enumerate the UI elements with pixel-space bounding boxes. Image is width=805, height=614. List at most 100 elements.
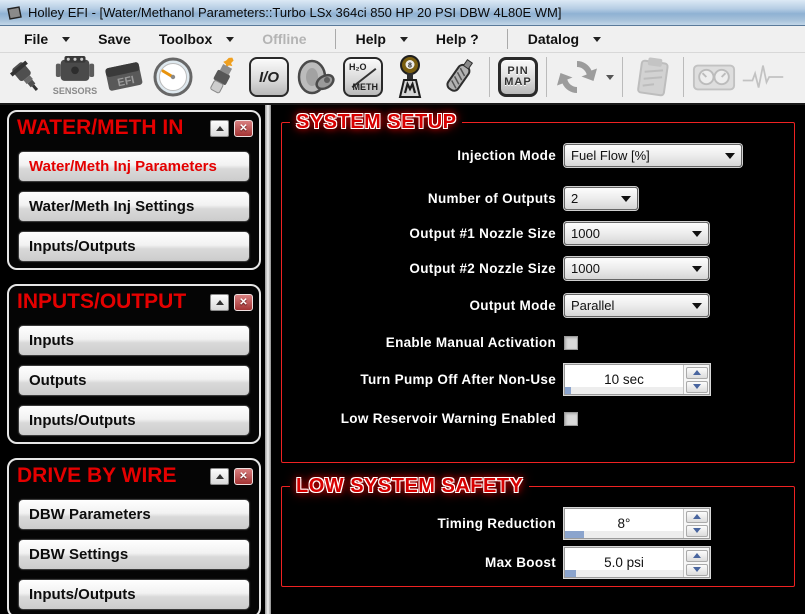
- triangle-up-icon: [692, 370, 701, 375]
- spinner-slider-fill: [565, 531, 584, 538]
- sidebar-item-water-meth-inj-parameters[interactable]: Water/Meth Inj Parameters: [18, 151, 250, 182]
- menu-toolbox[interactable]: Toolbox: [149, 27, 244, 51]
- svg-text:SENSORS: SENSORS: [53, 86, 97, 96]
- chevron-down-icon: [399, 36, 408, 42]
- chevron-down-icon: [692, 302, 702, 309]
- section-title: LOW SYSTEM SAFETY: [296, 475, 524, 497]
- chevron-down-icon: [593, 36, 602, 42]
- panel-header: INPUTS/OUTPUT ✕: [9, 286, 259, 316]
- blower-icon[interactable]: [294, 54, 338, 100]
- spark-plug-icon[interactable]: [200, 54, 244, 100]
- sync-dropdown-arrow-icon[interactable]: [606, 74, 614, 80]
- triangle-up-icon: [692, 553, 701, 558]
- panel-close-button[interactable]: ✕: [234, 293, 253, 311]
- panel-drive-by-wire: DRIVE BY WIRE ✕ DBW Parameters DBW Setti…: [7, 458, 261, 614]
- output-mode-label: Output Mode: [469, 298, 556, 313]
- toolbar-separator: [489, 57, 490, 97]
- sidebar-item-inputs-outputs-1[interactable]: Inputs/Outputs: [18, 231, 250, 262]
- max-boost-value[interactable]: 5.0 psi: [565, 548, 683, 577]
- svg-text:EFI: EFI: [116, 74, 135, 89]
- triangle-up-icon: [215, 473, 224, 479]
- low-reservoir-warning-checkbox[interactable]: [564, 411, 578, 426]
- pump-off-spinner: 10 sec: [564, 364, 710, 395]
- output1-nozzle-size-select[interactable]: 1000: [564, 222, 709, 245]
- number-of-outputs-select[interactable]: 2: [564, 187, 638, 210]
- max-boost-label: Max Boost: [485, 555, 556, 570]
- triangle-down-icon: [692, 384, 701, 389]
- menubar: File Save Toolbox Offline Help Help ? Da…: [0, 26, 805, 53]
- sidebar-item-dbw-parameters[interactable]: DBW Parameters: [18, 499, 250, 530]
- panel-title: DRIVE BY WIRE: [17, 464, 177, 487]
- nitrous-bottle-icon[interactable]: [437, 54, 481, 100]
- panel-title: WATER/METH IN: [17, 116, 184, 139]
- menu-separator: [506, 29, 508, 49]
- chevron-down-icon: [62, 36, 71, 42]
- sidebar-item-inputs[interactable]: Inputs: [18, 325, 250, 356]
- spin-down-button[interactable]: [685, 563, 708, 576]
- chevron-down-icon: [621, 195, 631, 202]
- sidebar-item-water-meth-inj-settings[interactable]: Water/Meth Inj Settings: [18, 191, 250, 222]
- panel-water-meth-in: WATER/METH IN ✕ Water/Meth Inj Parameter…: [7, 110, 261, 270]
- pump-off-value[interactable]: 10 sec: [565, 365, 683, 394]
- enable-manual-activation-checkbox[interactable]: [564, 335, 578, 350]
- panel-minimize-button[interactable]: [210, 119, 229, 137]
- h2o-meth-icon[interactable]: H₂O METH: [343, 57, 383, 97]
- spin-down-button[interactable]: [685, 524, 708, 537]
- timing-reduction-label: Timing Reduction: [437, 516, 556, 531]
- panel-header: WATER/METH IN ✕: [9, 112, 259, 142]
- sensors-icon[interactable]: SENSORS: [53, 54, 97, 100]
- titlebar: Holley EFI - [Water/Methanol Parameters:…: [0, 0, 805, 26]
- sidebar-item-inputs-outputs-2[interactable]: Inputs/Outputs: [18, 405, 250, 436]
- output2-nozzle-size-select[interactable]: 1000: [564, 257, 709, 280]
- enable-manual-activation-label: Enable Manual Activation: [385, 335, 556, 350]
- spin-up-button[interactable]: [685, 549, 708, 562]
- sync-icon[interactable]: [555, 54, 599, 100]
- menu-datalog[interactable]: Datalog: [518, 27, 611, 51]
- panel-close-button[interactable]: ✕: [234, 467, 253, 485]
- spin-up-button[interactable]: [685, 510, 708, 523]
- gauge-icon[interactable]: [151, 54, 195, 100]
- pump-off-label: Turn Pump Off After Non-Use: [360, 372, 556, 387]
- window-title: Holley EFI - [Water/Methanol Parameters:…: [28, 5, 562, 20]
- panel-header: DRIVE BY WIRE ✕: [9, 460, 259, 490]
- sidebar-item-outputs[interactable]: Outputs: [18, 365, 250, 396]
- app-window: Holley EFI - [Water/Methanol Parameters:…: [0, 0, 805, 614]
- section-title: SYSTEM SETUP: [296, 111, 457, 133]
- spinner-slider-track[interactable]: [565, 531, 683, 538]
- triangle-up-icon: [215, 125, 224, 131]
- chevron-down-icon: [692, 265, 702, 272]
- panel-close-button[interactable]: ✕: [234, 119, 253, 137]
- sidebar: WATER/METH IN ✕ Water/Meth Inj Parameter…: [0, 105, 265, 614]
- shifter-icon[interactable]: 8: [388, 54, 432, 100]
- injection-mode-select[interactable]: Fuel Flow [%]: [564, 144, 742, 167]
- triangle-up-icon: [692, 514, 701, 519]
- menu-help-question[interactable]: Help ?: [426, 27, 489, 51]
- main-panel: SYSTEM SETUP Injection Mode Fuel Flow [%…: [271, 105, 805, 614]
- menu-help[interactable]: Help: [346, 27, 418, 51]
- gauges-panel-icon-disabled: [692, 54, 736, 100]
- io-icon[interactable]: I/O: [249, 57, 289, 97]
- spinner-slider-track[interactable]: [565, 570, 683, 577]
- clipboard-icon-disabled: [631, 54, 675, 100]
- timing-reduction-value[interactable]: 8°: [565, 509, 683, 538]
- sidebar-item-dbw-settings[interactable]: DBW Settings: [18, 539, 250, 570]
- spin-down-button[interactable]: [685, 380, 708, 393]
- max-boost-spinner: 5.0 psi: [564, 547, 710, 578]
- spin-up-button[interactable]: [685, 366, 708, 379]
- efi-ecu-icon[interactable]: EFI: [102, 54, 146, 100]
- menu-separator: [334, 29, 336, 49]
- app-icon: [7, 5, 22, 20]
- menu-file[interactable]: File: [14, 27, 80, 51]
- pin-map-icon[interactable]: PIN MAP: [498, 57, 538, 97]
- panel-minimize-button[interactable]: [210, 293, 229, 311]
- menu-offline: Offline: [262, 31, 307, 47]
- timing-reduction-spinner: 8°: [564, 508, 710, 539]
- spinner-slider-track[interactable]: [565, 387, 683, 394]
- section-system-setup: SYSTEM SETUP Injection Mode Fuel Flow [%…: [281, 111, 795, 463]
- fuel-injector-icon[interactable]: [4, 54, 48, 100]
- sidebar-item-inputs-outputs-3[interactable]: Inputs/Outputs: [18, 579, 250, 610]
- output-mode-select[interactable]: Parallel: [564, 294, 709, 317]
- chevron-down-icon: [226, 36, 235, 42]
- menu-save[interactable]: Save: [88, 27, 141, 51]
- panel-minimize-button[interactable]: [210, 467, 229, 485]
